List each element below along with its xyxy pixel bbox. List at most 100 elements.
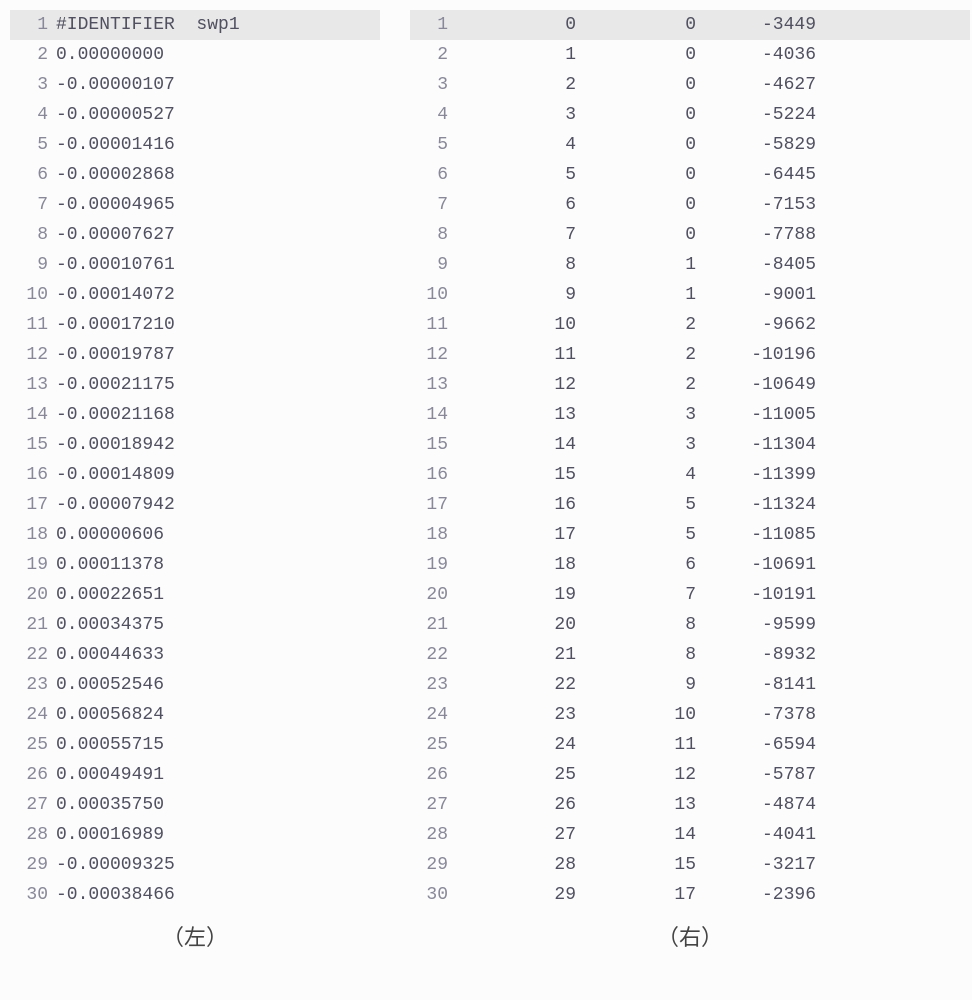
col-1: 17 <box>456 520 576 550</box>
left-row: 180.00000606 <box>10 520 380 550</box>
left-row: 30-0.00038466 <box>10 880 380 910</box>
col-1: 19 <box>456 580 576 610</box>
right-row: 650-6445 <box>410 160 970 190</box>
col-2: 13 <box>576 790 696 820</box>
col-3: -5224 <box>696 100 816 130</box>
right-row: 19186-10691 <box>410 550 970 580</box>
left-value: -0.00002868 <box>56 160 380 190</box>
line-number: 5 <box>410 130 456 160</box>
col-1: 8 <box>456 250 576 280</box>
col-3: -10191 <box>696 580 816 610</box>
line-number: 28 <box>410 820 456 850</box>
col-2: 11 <box>576 730 696 760</box>
col-2: 8 <box>576 640 696 670</box>
col-3: -11324 <box>696 490 816 520</box>
col-3: -3217 <box>696 850 816 880</box>
left-value: -0.00007942 <box>56 490 380 520</box>
col-3: -4627 <box>696 70 816 100</box>
left-row: 8-0.00007627 <box>10 220 380 250</box>
line-number: 17 <box>410 490 456 520</box>
left-row: 14-0.00021168 <box>10 400 380 430</box>
right-columns: 20-4627 <box>456 70 970 100</box>
line-number: 3 <box>10 70 56 100</box>
left-value: -0.00014809 <box>56 460 380 490</box>
left-value: 0.00049491 <box>56 760 380 790</box>
col-2: 0 <box>576 70 696 100</box>
line-number: 16 <box>410 460 456 490</box>
col-2: 0 <box>576 160 696 190</box>
line-number: 7 <box>410 190 456 220</box>
left-row: 280.00016989 <box>10 820 380 850</box>
col-2: 2 <box>576 370 696 400</box>
left-row: 7-0.00004965 <box>10 190 380 220</box>
left-value: -0.00001416 <box>56 130 380 160</box>
line-number: 5 <box>10 130 56 160</box>
col-3: -2396 <box>696 880 816 910</box>
right-row: 252411-6594 <box>410 730 970 760</box>
col-2: 8 <box>576 610 696 640</box>
line-number: 22 <box>10 640 56 670</box>
col-2: 14 <box>576 820 696 850</box>
col-1: 24 <box>456 730 576 760</box>
col-2: 0 <box>576 10 696 40</box>
left-row: 29-0.00009325 <box>10 850 380 880</box>
col-3: -11005 <box>696 400 816 430</box>
line-number: 15 <box>10 430 56 460</box>
left-row: 9-0.00010761 <box>10 250 380 280</box>
line-number: 13 <box>410 370 456 400</box>
col-2: 0 <box>576 220 696 250</box>
line-number: 27 <box>10 790 56 820</box>
left-value: -0.00014072 <box>56 280 380 310</box>
line-number: 30 <box>10 880 56 910</box>
line-number: 15 <box>410 430 456 460</box>
line-number: 11 <box>410 310 456 340</box>
line-number: 29 <box>410 850 456 880</box>
right-row: 430-5224 <box>410 100 970 130</box>
left-value: #IDENTIFIER swp1 <box>56 10 380 40</box>
col-3: -6594 <box>696 730 816 760</box>
col-3: -3449 <box>696 10 816 40</box>
right-row: 17165-11324 <box>410 490 970 520</box>
line-number: 22 <box>410 640 456 670</box>
line-number: 2 <box>410 40 456 70</box>
col-1: 4 <box>456 130 576 160</box>
col-2: 12 <box>576 760 696 790</box>
left-row: 240.00056824 <box>10 700 380 730</box>
left-value: -0.00021175 <box>56 370 380 400</box>
line-number: 11 <box>10 310 56 340</box>
col-2: 1 <box>576 280 696 310</box>
col-2: 0 <box>576 190 696 220</box>
col-1: 3 <box>456 100 576 130</box>
col-1: 10 <box>456 310 576 340</box>
col-3: -8932 <box>696 640 816 670</box>
right-row: 13122-10649 <box>410 370 970 400</box>
left-value: 0.00034375 <box>56 610 380 640</box>
right-row: 18175-11085 <box>410 520 970 550</box>
line-number: 6 <box>410 160 456 190</box>
right-columns: 30-5224 <box>456 100 970 130</box>
right-row: 292815-3217 <box>410 850 970 880</box>
line-number: 21 <box>410 610 456 640</box>
left-row: 15-0.00018942 <box>10 430 380 460</box>
right-row: 23229-8141 <box>410 670 970 700</box>
right-columns: 2411-6594 <box>456 730 970 760</box>
left-value: -0.00009325 <box>56 850 380 880</box>
left-value: -0.00019787 <box>56 340 380 370</box>
col-3: -11304 <box>696 430 816 460</box>
left-value: 0.00011378 <box>56 550 380 580</box>
col-1: 0 <box>456 10 576 40</box>
left-row: 16-0.00014809 <box>10 460 380 490</box>
left-value: 0.00000000 <box>56 40 380 70</box>
line-number: 1 <box>10 10 56 40</box>
col-1: 13 <box>456 400 576 430</box>
right-row: 11102-9662 <box>410 310 970 340</box>
right-row: 262512-5787 <box>410 760 970 790</box>
col-2: 0 <box>576 100 696 130</box>
right-columns: 91-9001 <box>456 280 970 310</box>
right-row: 870-7788 <box>410 220 970 250</box>
left-row: 13-0.00021175 <box>10 370 380 400</box>
line-number: 14 <box>410 400 456 430</box>
col-3: -7788 <box>696 220 816 250</box>
left-value: 0.00056824 <box>56 700 380 730</box>
line-number: 2 <box>10 40 56 70</box>
